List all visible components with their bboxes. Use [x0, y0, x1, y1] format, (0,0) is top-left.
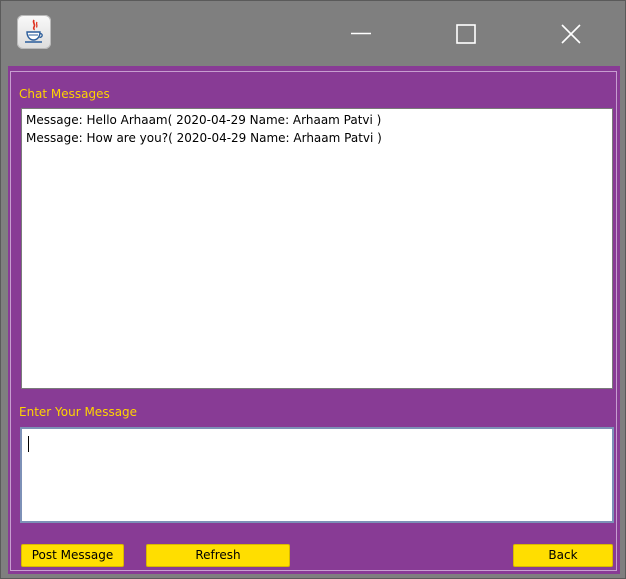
- java-cup-icon[interactable]: [17, 15, 51, 49]
- refresh-button[interactable]: Refresh: [146, 544, 290, 567]
- chat-messages-area[interactable]: Message: Hello Arhaam( 2020-04-29 Name: …: [21, 108, 613, 389]
- minimize-icon[interactable]: [346, 19, 376, 49]
- enter-message-label: Enter Your Message: [19, 405, 138, 419]
- close-icon[interactable]: [556, 19, 586, 49]
- message-item: Message: How are you?( 2020-04-29 Name: …: [26, 131, 382, 145]
- title-bar[interactable]: [1, 1, 625, 65]
- message-list: Message: Hello Arhaam( 2020-04-29 Name: …: [22, 109, 612, 147]
- message-item: Message: Hello Arhaam( 2020-04-29 Name: …: [26, 113, 382, 127]
- post-message-button[interactable]: Post Message: [21, 544, 124, 567]
- chat-messages-label: Chat Messages: [19, 87, 110, 101]
- text-caret: [28, 436, 29, 452]
- app-window: Chat Messages Message: Hello Arhaam( 202…: [0, 0, 626, 579]
- message-input[interactable]: [20, 427, 614, 523]
- panel-border: Chat Messages Message: Hello Arhaam( 202…: [10, 71, 617, 571]
- main-panel: Chat Messages Message: Hello Arhaam( 202…: [8, 66, 620, 574]
- back-button[interactable]: Back: [513, 544, 613, 567]
- maximize-icon[interactable]: [451, 19, 481, 49]
